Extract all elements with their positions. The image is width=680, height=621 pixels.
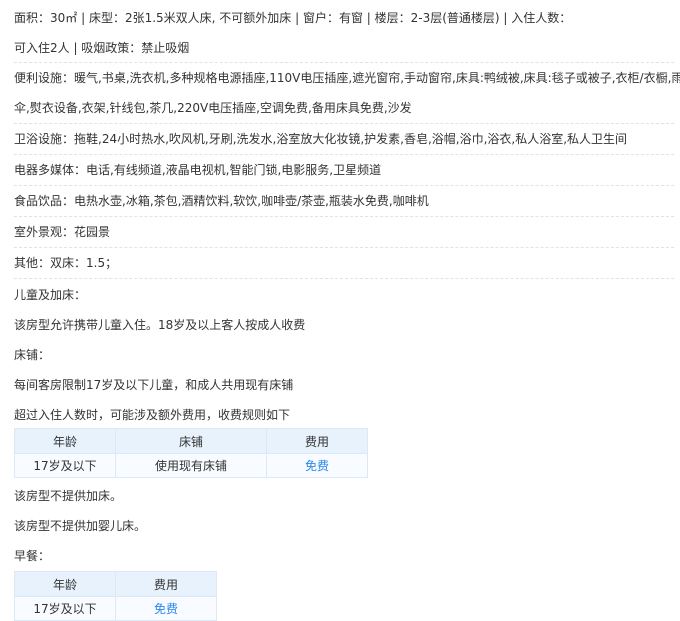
facilities-line-2: 伞,熨衣设备,衣架,针线包,茶几,220V电压插座,空调免费,备用床具免费,沙发: [14, 101, 412, 115]
cell-fee: 免费: [266, 453, 368, 478]
divider: [14, 247, 674, 248]
facilities-line-1: 便利设施：暖气,书桌,洗衣机,多种规格电源插座,110V电压插座,遮光窗帘,手动…: [14, 71, 680, 85]
column-header-bed: 床铺: [115, 428, 267, 454]
divider: [14, 216, 674, 217]
bed-rule: 每间客房限制17岁及以下儿童，和成人共用现有床铺: [14, 378, 294, 392]
other-info: 其他：双床：1.5；: [14, 256, 118, 270]
divider: [14, 123, 674, 124]
bed-heading: 床铺：: [14, 348, 51, 362]
cell-fee: 免费: [115, 596, 217, 621]
children-heading: 儿童及加床：: [14, 288, 87, 302]
extra-fee-rule: 超过入住人数时，可能涉及额外费用，收费规则如下: [14, 408, 291, 422]
column-header-age: 年龄: [14, 571, 116, 597]
room-info-line-2: 可入住2人 | 吸烟政策：禁止吸烟: [14, 41, 190, 55]
no-extra-bed: 该房型不提供加床。: [14, 489, 123, 503]
divider: [14, 278, 674, 279]
divider: [14, 185, 674, 186]
no-crib: 该房型不提供加婴儿床。: [14, 519, 147, 533]
breakfast-heading: 早餐：: [14, 549, 51, 563]
cell-bed: 使用现有床铺: [115, 453, 267, 478]
cell-age: 17岁及以下: [14, 596, 116, 621]
divider: [14, 62, 674, 63]
cell-age: 17岁及以下: [14, 453, 116, 478]
column-header-age: 年龄: [14, 428, 116, 454]
table-row: 17岁及以下 免费: [14, 596, 217, 621]
breakfast-table: 年龄 费用 17岁及以下 免费: [14, 571, 217, 621]
food-drinks: 食品饮品：电热水壶,冰箱,茶包,酒精饮料,软饮,咖啡壶/茶壶,瓶装水免费,咖啡机: [14, 194, 429, 208]
divider: [14, 154, 674, 155]
bath-facilities: 卫浴设施：拖鞋,24小时热水,吹风机,牙刷,洗发水,浴室放大化妆镜,护发素,香皂…: [14, 132, 628, 146]
column-header-fee: 费用: [115, 571, 217, 597]
column-header-fee: 费用: [266, 428, 368, 454]
outdoor-view: 室外景观：花园景: [14, 225, 111, 239]
room-info-line-1: 面积：30㎡ | 床型：2张1.5米双人床, 不可额外加床 | 窗户：有窗 | …: [14, 11, 572, 25]
room-details-panel: 面积：30㎡ | 床型：2张1.5米双人床, 不可额外加床 | 窗户：有窗 | …: [0, 0, 680, 621]
table-row: 17岁及以下 使用现有床铺 免费: [14, 453, 368, 478]
children-policy: 该房型允许携带儿童入住。18岁及以上客人按成人收费: [14, 318, 306, 332]
child-bed-table: 年龄 床铺 费用 17岁及以下 使用现有床铺 免费: [14, 428, 368, 478]
media-facilities: 电器多媒体：电话,有线频道,液晶电视机,智能门锁,电影服务,卫星频道: [14, 163, 382, 177]
